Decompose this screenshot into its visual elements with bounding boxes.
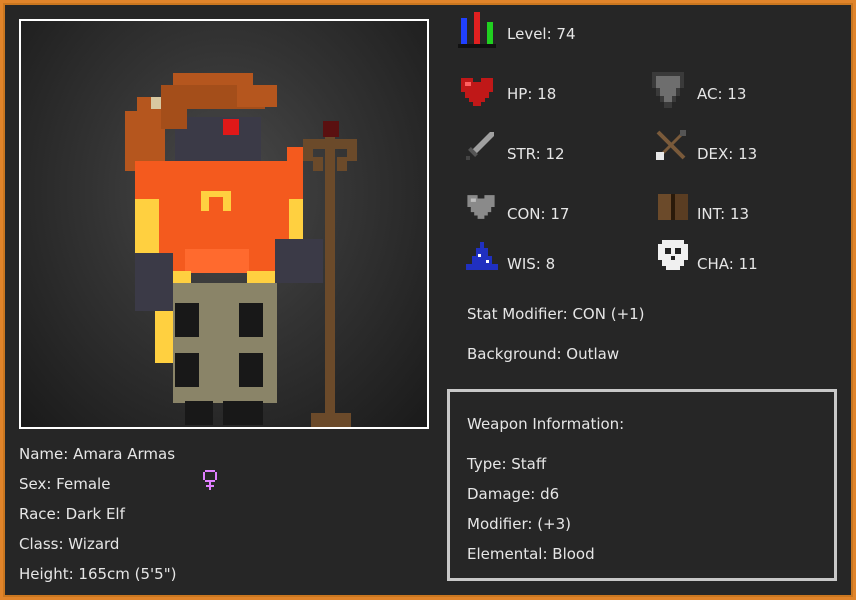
stat-modifier: Stat Modifier: CON (+1): [467, 305, 645, 323]
female-symbol-icon: [198, 468, 222, 492]
character-race: Race: Dark Elf: [19, 505, 125, 523]
weapon-elemental: Elemental: Blood: [467, 545, 595, 563]
wizard-hat-icon: [464, 240, 500, 272]
skull-icon: [656, 238, 690, 272]
hp-stat: HP: 18: [507, 85, 557, 103]
level-stat: Level: 74: [507, 25, 576, 43]
bar-chart-icon: [457, 10, 497, 50]
book-icon: [656, 190, 690, 224]
weapon-modifier: Modifier: (+3): [467, 515, 572, 533]
shield-icon: [648, 70, 688, 110]
ac-stat: AC: 13: [697, 85, 747, 103]
pixel-character-sprite: [125, 73, 357, 427]
sword-icon: [464, 130, 496, 162]
int-stat: INT: 13: [697, 205, 750, 223]
con-stat: CON: 17: [507, 205, 570, 223]
wis-stat: WIS: 8: [507, 255, 556, 273]
character-portrait: [19, 19, 429, 429]
str-stat: STR: 12: [507, 145, 565, 163]
weapon-info-header: Weapon Information:: [467, 415, 625, 433]
character-height: Height: 165cm (5'5"): [19, 565, 177, 583]
crossbow-icon: [654, 128, 690, 164]
weapon-type: Type: Staff: [467, 455, 547, 473]
character-class: Class: Wizard: [19, 535, 120, 553]
dex-stat: DEX: 13: [697, 145, 758, 163]
character-sex: Sex: Female: [19, 475, 111, 493]
grey-heart-icon: [464, 190, 498, 224]
cha-stat: CHA: 11: [697, 255, 758, 273]
weapon-damage: Damage: d6: [467, 485, 560, 503]
heart-icon: [457, 72, 497, 112]
character-name: Name: Amara Armas: [19, 445, 176, 463]
background: Background: Outlaw: [467, 345, 620, 363]
